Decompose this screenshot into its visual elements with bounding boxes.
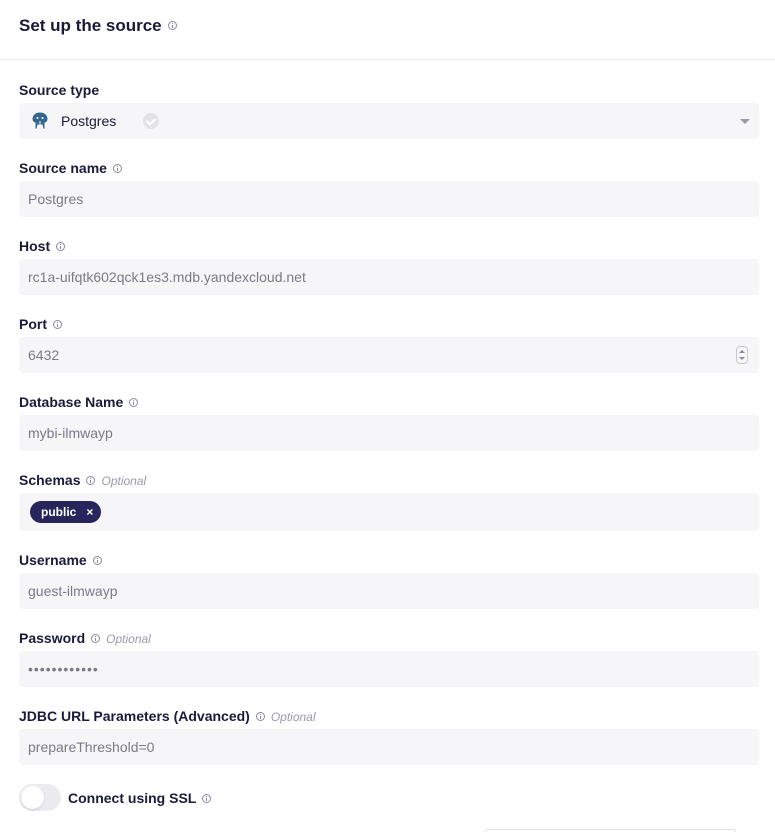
host-input[interactable]: rc1a-uifqtk602qck1es3.mdb.yandexcloud.ne… <box>19 259 759 295</box>
username-value: guest-ilmwayp <box>28 583 118 599</box>
form-header: Set up the source <box>0 0 775 60</box>
info-icon[interactable] <box>91 633 101 643</box>
info-icon[interactable] <box>112 163 122 173</box>
ssl-toggle[interactable] <box>19 784 61 811</box>
host-label: Host <box>19 238 66 254</box>
port-input[interactable]: 6432 <box>19 337 759 373</box>
username-label-text: Username <box>19 552 87 568</box>
password-label: Password Optional <box>19 630 151 646</box>
page-title-text: Set up the source <box>19 16 162 35</box>
page-title: Set up the source <box>19 16 177 36</box>
port-label-text: Port <box>19 316 47 332</box>
schema-chip: public × <box>30 501 102 523</box>
optional-tag: Optional <box>106 632 151 646</box>
schema-chip-label: public <box>41 505 77 519</box>
stepper-up-icon[interactable] <box>739 350 745 353</box>
port-label: Port <box>19 316 62 332</box>
source-name-value: Postgres <box>28 191 84 207</box>
jdbc-params-label: JDBC URL Parameters (Advanced) Optional <box>19 708 316 724</box>
username-input[interactable]: guest-ilmwayp <box>19 573 759 609</box>
ssl-toggle-label-text: Connect using SSL <box>68 790 197 806</box>
info-icon[interactable] <box>129 397 139 407</box>
ssl-toggle-label: Connect using SSL <box>68 790 212 806</box>
source-name-label-text: Source name <box>19 160 107 176</box>
schemas-input[interactable]: public × <box>19 493 759 531</box>
info-icon[interactable] <box>86 475 96 485</box>
source-type-select[interactable]: Postgres <box>19 103 759 139</box>
schemas-label-text: Schemas <box>19 472 81 488</box>
source-type-label: Source type <box>19 82 99 98</box>
optional-tag: Optional <box>270 710 316 724</box>
postgres-elephant-icon <box>31 111 49 130</box>
database-name-input[interactable]: mybi-ilmwayp <box>19 415 759 451</box>
host-label-text: Host <box>19 238 51 254</box>
check-circle-icon <box>143 113 159 129</box>
number-stepper[interactable] <box>736 346 748 364</box>
stepper-down-icon[interactable] <box>739 357 745 360</box>
source-type-value: Postgres <box>61 113 117 129</box>
database-name-label: Database Name <box>19 394 139 410</box>
password-label-text: Password <box>19 630 86 646</box>
source-name-input[interactable]: Postgres <box>19 181 759 217</box>
database-name-label-text: Database Name <box>19 394 124 410</box>
source-type-label-text: Source type <box>19 82 100 98</box>
chevron-down-icon[interactable] <box>740 119 750 124</box>
info-icon[interactable] <box>56 241 66 251</box>
info-icon[interactable] <box>202 793 212 803</box>
database-name-value: mybi-ilmwayp <box>28 425 113 441</box>
source-name-label: Source name <box>19 160 122 176</box>
info-icon[interactable] <box>167 21 177 31</box>
toggle-knob <box>21 786 44 809</box>
port-value: 6432 <box>28 347 60 363</box>
jdbc-params-input[interactable]: prepareThreshold=0 <box>19 729 759 765</box>
schemas-label: Schemas Optional <box>19 472 146 488</box>
jdbc-params-value: prepareThreshold=0 <box>28 739 155 755</box>
password-input[interactable]: •••••••••••• <box>19 651 759 687</box>
info-icon[interactable] <box>92 555 102 565</box>
jdbc-params-label-text: JDBC URL Parameters (Advanced) <box>19 708 250 724</box>
password-value: •••••••••••• <box>28 661 99 677</box>
optional-tag: Optional <box>101 474 147 488</box>
close-icon[interactable]: × <box>86 501 93 523</box>
host-value: rc1a-uifqtk602qck1es3.mdb.yandexcloud.ne… <box>28 269 306 285</box>
info-icon[interactable] <box>53 319 62 329</box>
username-label: Username <box>19 552 102 568</box>
info-icon[interactable] <box>255 711 265 721</box>
